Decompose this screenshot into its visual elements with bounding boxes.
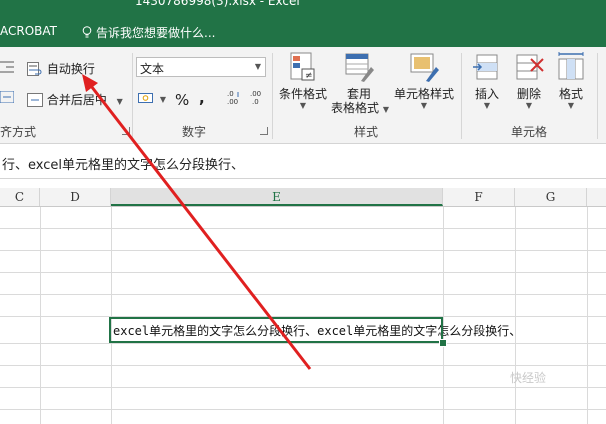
annotation-arrow	[82, 74, 312, 370]
